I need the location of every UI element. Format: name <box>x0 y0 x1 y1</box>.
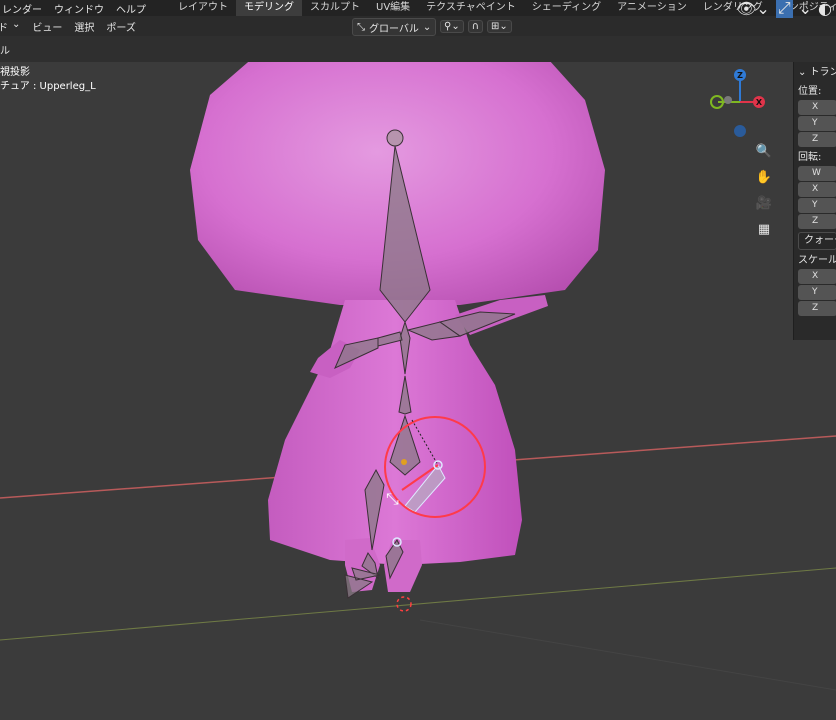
hip-joint <box>401 459 407 465</box>
menu-render[interactable]: レンダー <box>2 1 42 16</box>
transform-orientation-dropdown[interactable]: ⤡ グローバル ⌄ <box>352 18 437 36</box>
location-label: 位置: <box>798 86 822 97</box>
scale-z-field[interactable]: Z <box>798 301 836 316</box>
perspective-grid-icon[interactable]: ▦ <box>753 218 775 240</box>
chevron-down-icon[interactable]: ⌄ <box>12 19 20 34</box>
viewport-menu: ド ⌄ ビュー 選択 ポーズ <box>0 19 136 34</box>
chevron-down-icon: ⌄ <box>798 67 810 78</box>
chevron-down-icon: ⌄ <box>422 21 432 33</box>
gizmo-z-label: Z <box>737 71 743 80</box>
tab-animation[interactable]: アニメーション <box>609 0 695 16</box>
viewport-overlay-controls: 👁⌄ ⤢ ⌄ ◐ <box>736 0 836 18</box>
navigation-gizmo[interactable]: Z X <box>704 64 774 140</box>
hand-pan-icon[interactable]: ✋ <box>753 166 775 188</box>
tab-shading[interactable]: シェーディング <box>524 0 609 16</box>
viewport-info: 視投影 チュア : Upperleg_L <box>0 66 96 94</box>
visibility-icon[interactable]: 👁⌄ <box>736 0 770 18</box>
gizmo-x-label: X <box>756 98 763 107</box>
menu-pose[interactable]: ポーズ <box>106 19 136 34</box>
rotation-x-field[interactable]: X <box>798 182 836 197</box>
tab-uv-editing[interactable]: UV編集 <box>368 0 418 16</box>
tab-texture-paint[interactable]: テクスチャペイント <box>418 0 524 16</box>
active-bone-label: チュア : Upperleg_L <box>0 81 96 92</box>
top-bar: レンダー ウィンドウ ヘルプ レイアウト モデリング スカルプト UV編集 テク… <box>0 0 836 16</box>
overlay-icon[interactable]: ◐ <box>818 0 832 18</box>
transform-title: トラン <box>809 67 836 78</box>
menu-view[interactable]: ビュー <box>32 19 62 34</box>
3d-viewport[interactable]: ⤡ <box>0 62 836 720</box>
zoom-icon[interactable]: 🔍 <box>753 140 775 162</box>
tab-layout[interactable]: レイアウト <box>170 0 236 16</box>
gizmo-negz-ball[interactable] <box>734 125 746 137</box>
rotation-mode-dropdown[interactable]: クォータ <box>798 232 836 250</box>
snap-icon[interactable]: ∩ <box>467 19 484 33</box>
move-cursor-icon: ⤡ <box>386 489 399 508</box>
gizmo-negx-ball[interactable] <box>724 96 732 104</box>
chevron-down-icon[interactable]: ⌄ <box>799 0 812 18</box>
rotation-label: 回転: <box>798 152 822 163</box>
snap-increment-icon[interactable]: ⊞⌄ <box>487 19 512 33</box>
transform-panel-header[interactable]: ⌄ トラン <box>794 62 836 84</box>
location-x-field[interactable]: X <box>798 100 836 115</box>
scale-x-field[interactable]: X <box>798 269 836 284</box>
head-bone-tail <box>386 129 404 147</box>
scale-label: スケール <box>798 255 836 266</box>
location-z-field[interactable]: Z <box>798 132 836 147</box>
snap-controls: ⚲⌄ ∩ ⊞⌄ <box>440 18 512 34</box>
tab-sculpt[interactable]: スカルプト <box>302 0 368 16</box>
gizmo-toggle-icon[interactable]: ⤢ <box>775 0 793 18</box>
menu-help[interactable]: ヘルプ <box>116 1 146 16</box>
pivot-point-icon[interactable]: ⚲⌄ <box>440 19 464 33</box>
location-y-field[interactable]: Y <box>798 116 836 131</box>
mode-dropdown[interactable]: ド <box>0 19 8 34</box>
camera-view-icon[interactable]: 🎥 <box>753 192 775 214</box>
orientation-label: グローバル <box>369 23 419 35</box>
rotation-w-field[interactable]: W <box>798 166 836 181</box>
tool-settings-fragment: ル <box>0 46 10 57</box>
rotation-y-field[interactable]: Y <box>798 198 836 213</box>
projection-label: 視投影 <box>0 67 30 78</box>
orientation-icon: ⤡ <box>357 21 365 33</box>
menu-window[interactable]: ウィンドウ <box>54 1 104 16</box>
main-menu: レンダー ウィンドウ ヘルプ <box>0 1 146 16</box>
scale-y-field[interactable]: Y <box>798 285 836 300</box>
rotation-z-field[interactable]: Z <box>798 214 836 229</box>
transform-sidebar: ⌄ トラン 位置: X Y Z 回転: W X Y Z クォータ スケール X … <box>793 62 836 340</box>
tool-settings-strip: ル <box>0 36 836 62</box>
tab-modeling[interactable]: モデリング <box>236 0 302 16</box>
menu-select[interactable]: 選択 <box>74 19 94 34</box>
